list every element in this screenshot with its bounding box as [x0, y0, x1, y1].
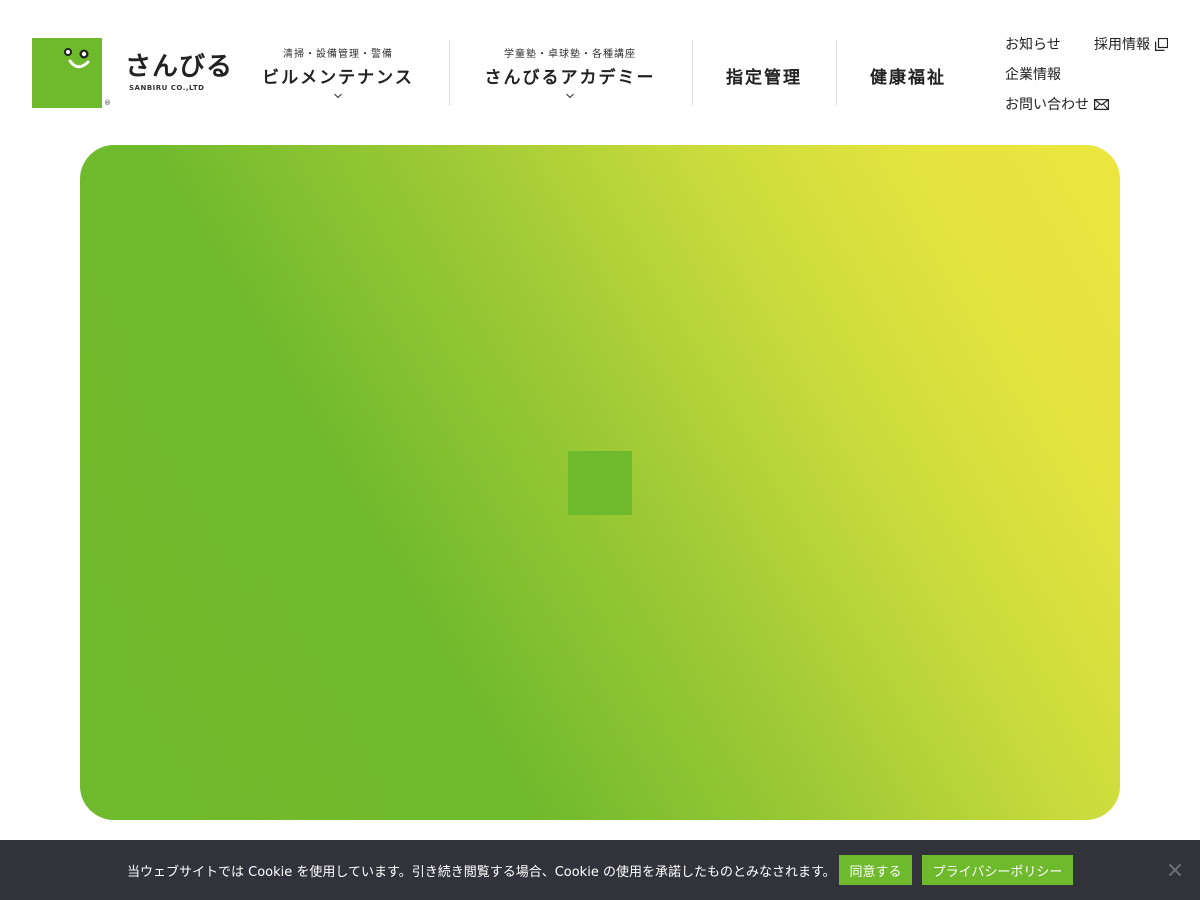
- nav-sanbiru-academy[interactable]: 学童塾・卓球塾・各種講座 さんびるアカデミー: [472, 40, 668, 106]
- util-label: お知らせ: [1005, 37, 1061, 53]
- close-icon[interactable]: [1166, 861, 1184, 879]
- util-label: お問い合わせ: [1005, 97, 1089, 113]
- nav-label: ビルメンテナンス: [262, 68, 414, 88]
- util-link-recruit[interactable]: 採用情報: [1094, 34, 1168, 54]
- nav-label: さんびるアカデミー: [484, 68, 656, 88]
- site-logo[interactable]: ® さんびる SANBIRU CO.,LTD: [32, 38, 232, 110]
- cookie-message: 当ウェブサイトでは Cookie を使用しています。引き続き閲覧する場合、Coo…: [127, 865, 836, 880]
- external-window-icon: [1155, 37, 1168, 51]
- logo-registered-mark: ®: [104, 99, 111, 107]
- nav-building-maintenance[interactable]: 清掃・設備管理・警備 ビルメンテナンス: [250, 40, 426, 106]
- cookie-accept-button[interactable]: 同意する: [839, 855, 912, 885]
- mail-icon: [1094, 98, 1109, 110]
- util-label: 採用情報: [1094, 37, 1150, 53]
- nav-label: 指定管理: [726, 68, 802, 88]
- chevron-down-icon: [566, 93, 574, 99]
- cookie-banner: 当ウェブサイトでは Cookie を使用しています。引き続き閲覧する場合、Coo…: [0, 840, 1200, 900]
- site-header: ® さんびる SANBIRU CO.,LTD 清掃・設備管理・警備 ビルメンテナ…: [0, 0, 1200, 130]
- hero-visual: [80, 145, 1120, 820]
- util-link-news[interactable]: お知らせ: [1005, 34, 1061, 54]
- logo-mark: [32, 38, 102, 108]
- smiley-face-icon: [64, 48, 90, 69]
- nav-sublabel: 清掃・設備管理・警備: [283, 49, 393, 60]
- logo-company-name: SANBIRU CO.,LTD: [129, 84, 205, 92]
- nav-divider: [449, 40, 450, 105]
- loading-square: [568, 451, 632, 515]
- nav-divider: [836, 40, 837, 105]
- nav-label: 健康福祉: [870, 68, 946, 88]
- util-link-contact[interactable]: お問い合わせ: [1005, 94, 1109, 114]
- nav-designated-management[interactable]: 指定管理: [712, 40, 816, 106]
- logo-wordmark: さんびる: [125, 52, 234, 82]
- nav-health-welfare[interactable]: 健康福祉: [856, 40, 960, 106]
- nav-divider: [692, 40, 693, 105]
- nav-sublabel: 学童塾・卓球塾・各種講座: [504, 49, 636, 60]
- privacy-policy-button[interactable]: プライバシーポリシー: [922, 855, 1073, 885]
- util-label: 企業情報: [1005, 67, 1061, 83]
- util-link-company[interactable]: 企業情報: [1005, 64, 1061, 84]
- chevron-down-icon: [334, 93, 342, 99]
